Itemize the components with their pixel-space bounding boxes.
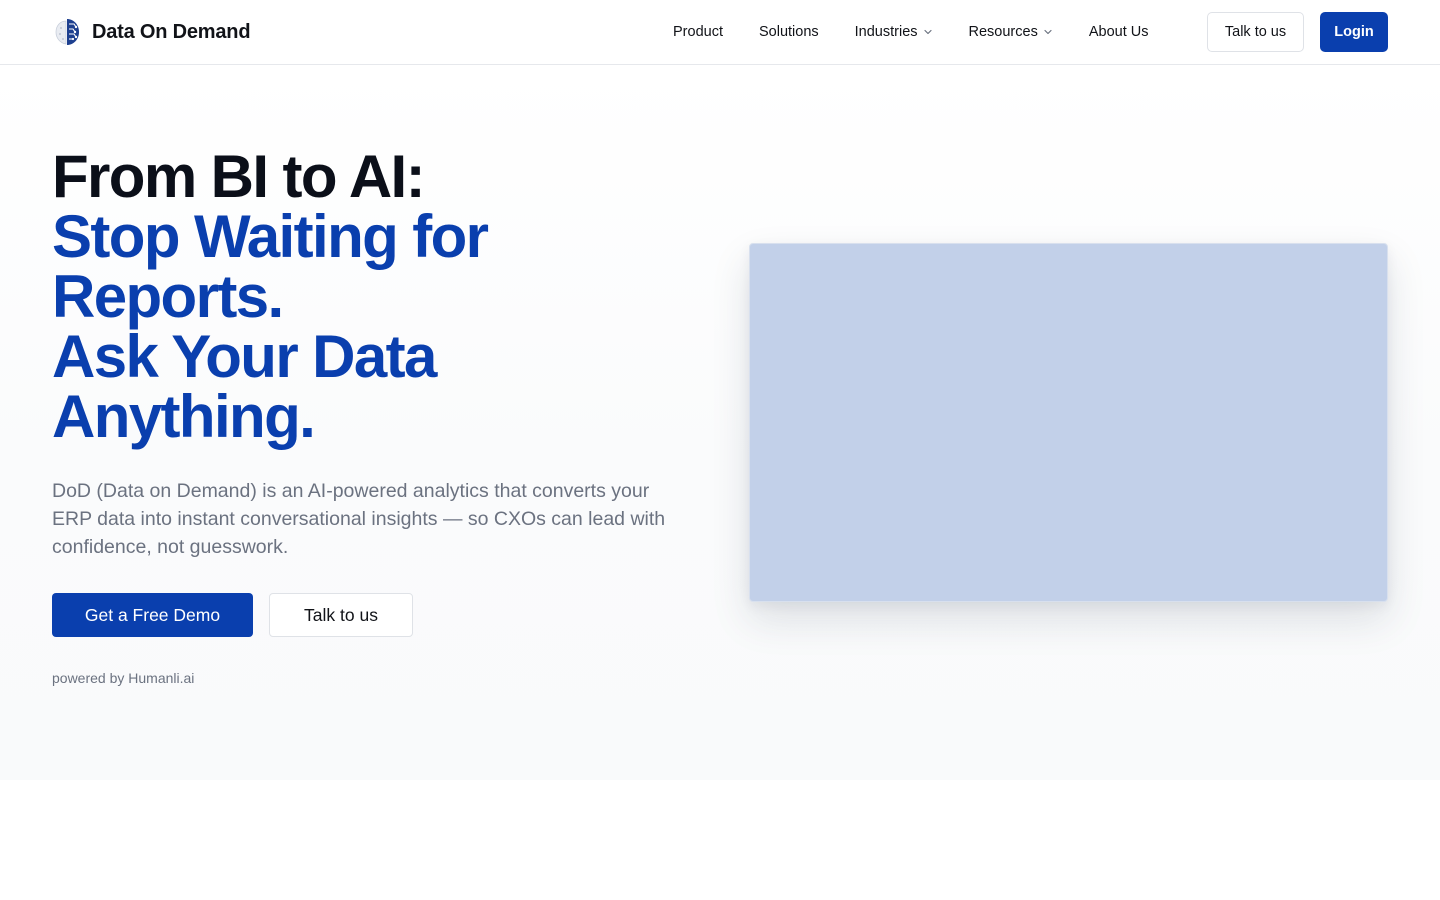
- login-button[interactable]: Login: [1320, 12, 1388, 52]
- main-nav: Product Solutions Industries Resources A…: [655, 20, 1148, 44]
- hero-section: From BI to AI: Stop Waiting for Reports.…: [0, 65, 1440, 780]
- nav-item-solutions[interactable]: Solutions: [759, 24, 819, 40]
- nav-item-label: Product: [673, 24, 723, 40]
- hero-media-placeholder: [749, 243, 1388, 602]
- hero-title: From BI to AI: Stop Waiting for Reports.…: [52, 147, 712, 447]
- nav-item-resources[interactable]: Resources: [969, 24, 1053, 40]
- brain-chip-logo-icon: [55, 19, 79, 45]
- get-free-demo-button[interactable]: Get a Free Demo: [52, 593, 253, 637]
- hero-title-line: Reports.: [52, 263, 284, 330]
- nav-item-product[interactable]: Product: [673, 24, 723, 40]
- hero-title-line: From BI to AI:: [52, 143, 426, 210]
- chevron-down-icon: [923, 29, 932, 35]
- nav-item-label: About Us: [1088, 24, 1149, 40]
- hero-description: DoD (Data on Demand) is an AI-powered an…: [52, 480, 666, 558]
- nav-item-about-us[interactable]: About Us: [1089, 24, 1149, 40]
- nav-item-label: Solutions: [758, 24, 819, 40]
- chevron-down-icon: [1044, 29, 1052, 35]
- hero-title-line: Stop Waiting for: [52, 203, 489, 270]
- nav-item-industries[interactable]: Industries: [855, 24, 933, 40]
- site-header: Data On Demand Product Solutions Industr…: [0, 0, 1440, 65]
- brand-name: Data On Demand: [92, 20, 251, 43]
- powered-by-text: powered by Humanli.ai: [52, 670, 195, 686]
- talk-to-us-hero-button[interactable]: Talk to us: [269, 593, 413, 637]
- talk-to-us-button[interactable]: Talk to us: [1207, 12, 1304, 52]
- nav-item-label: Industries: [854, 24, 918, 40]
- nav-item-label: Resources: [968, 24, 1038, 40]
- hero-title-line: Ask Your Data: [52, 323, 437, 390]
- hero-title-line: Anything.: [52, 383, 316, 450]
- brand[interactable]: Data On Demand: [52, 14, 251, 50]
